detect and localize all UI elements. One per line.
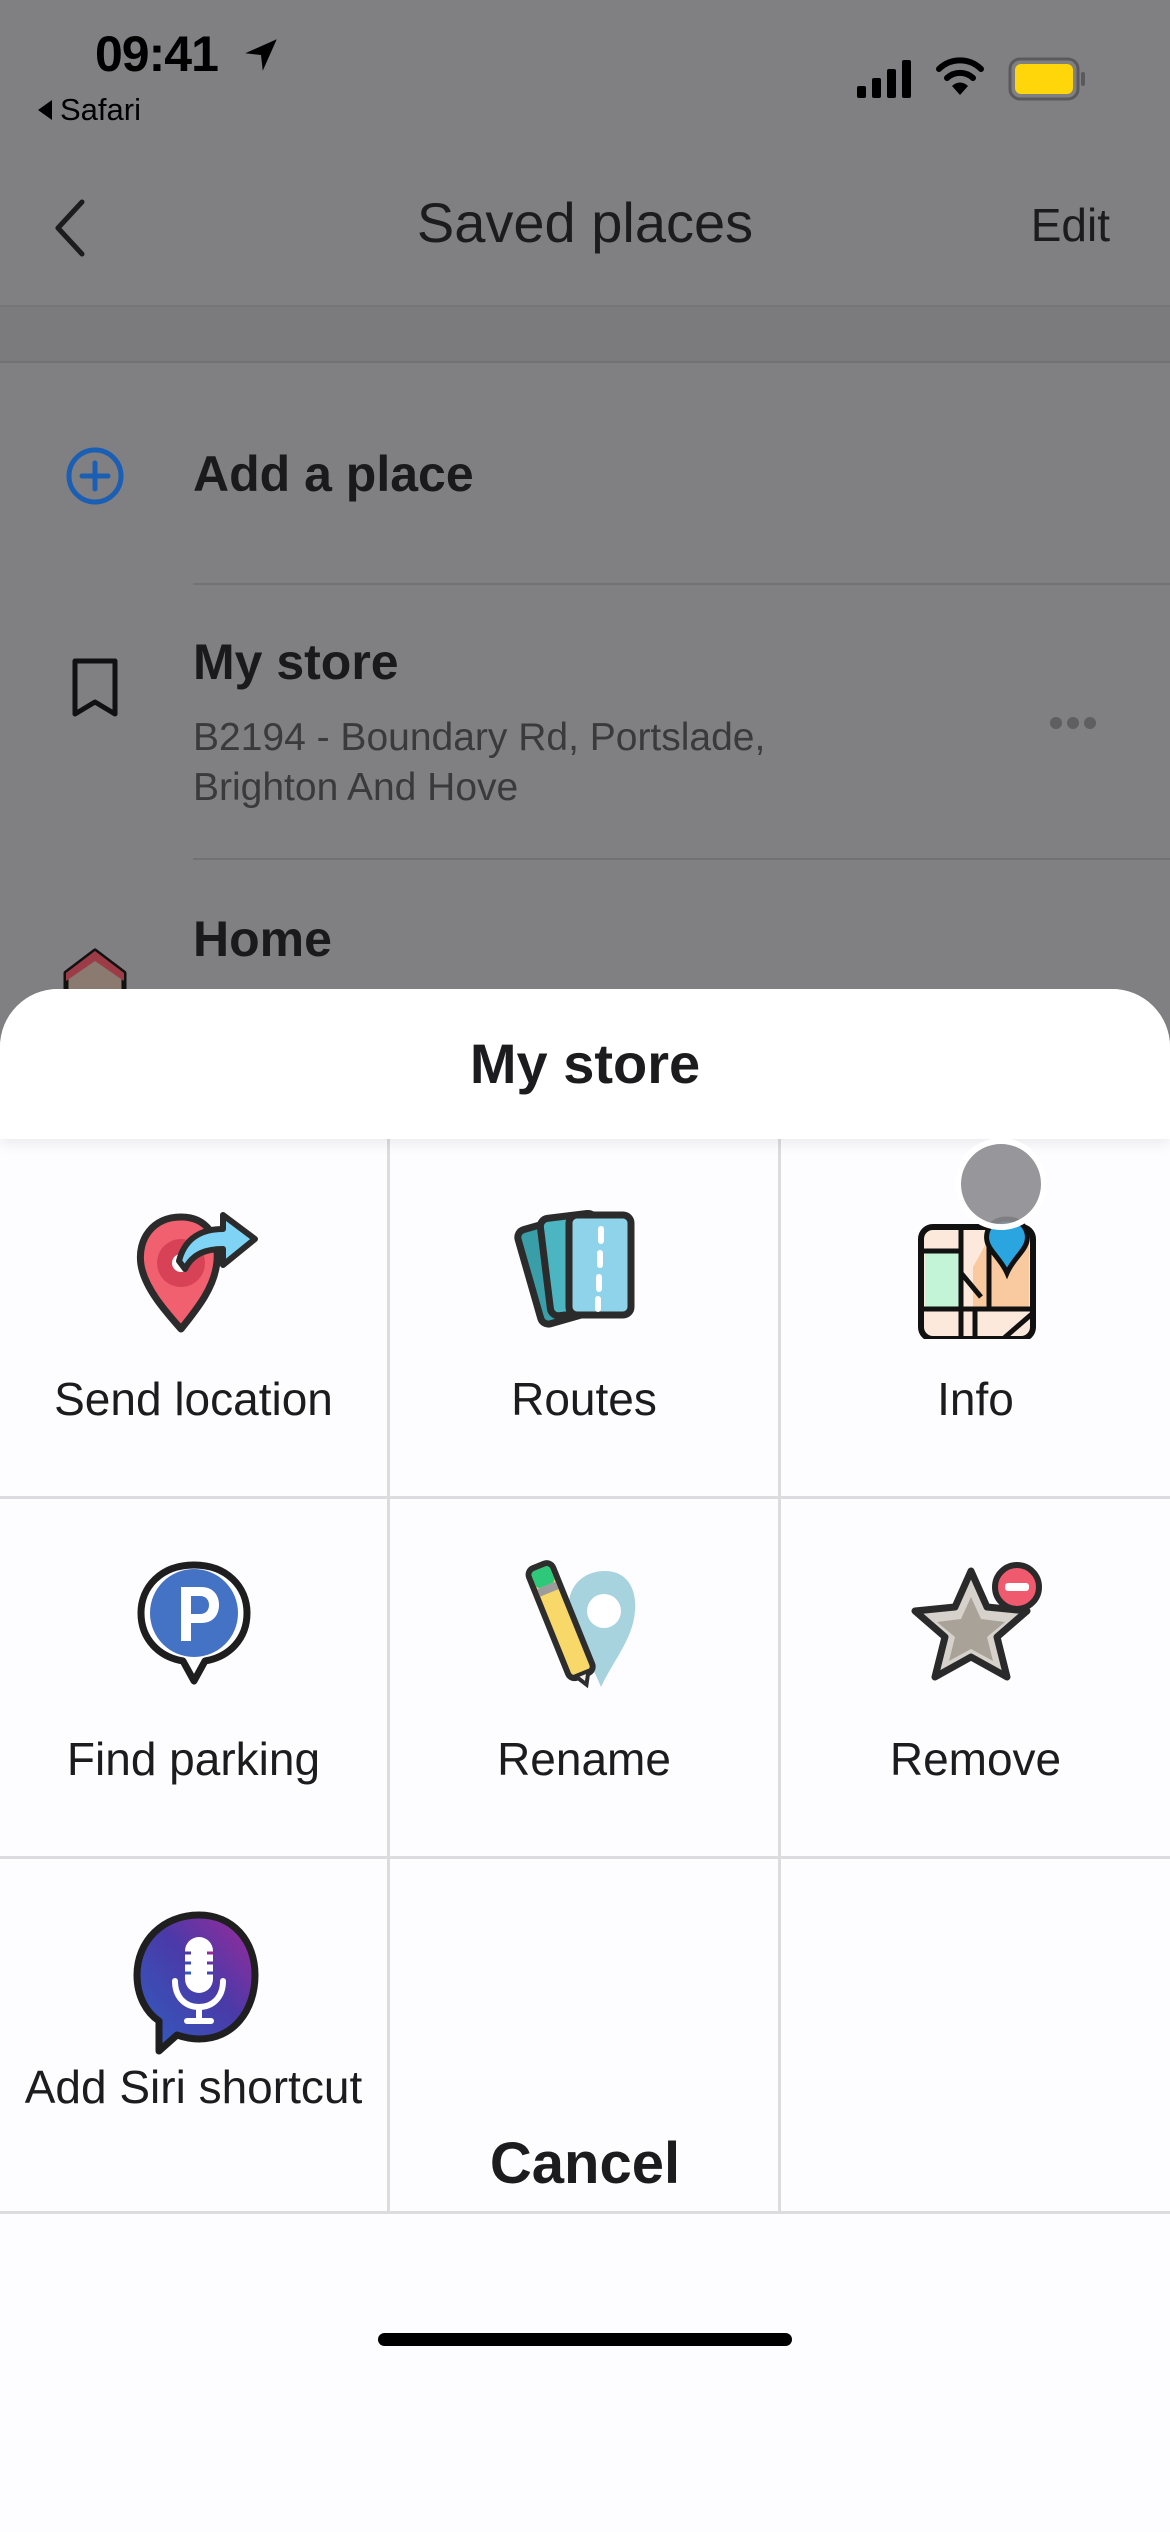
add-circle-icon xyxy=(66,447,124,505)
cellular-signal-icon xyxy=(857,60,911,98)
more-options-icon[interactable] xyxy=(1048,713,1098,733)
back-triangle-icon xyxy=(38,100,52,120)
location-arrow-icon xyxy=(245,39,277,71)
back-app-label: Safari xyxy=(60,92,141,127)
add-place-label: Add a place xyxy=(193,446,474,502)
add-place-row[interactable]: Add a place xyxy=(0,365,1170,585)
action-label: Routes xyxy=(511,1373,657,1425)
action-label: Find parking xyxy=(66,1733,321,1785)
navigation-bar: Saved places Edit xyxy=(0,150,1170,305)
battery-icon xyxy=(1008,57,1085,101)
header-divider xyxy=(0,305,1170,363)
back-to-app-link[interactable]: Safari xyxy=(38,92,141,128)
siri-microphone-icon xyxy=(133,1911,258,2055)
routes-button[interactable]: Routes xyxy=(390,1139,781,1499)
parking-icon xyxy=(137,1561,250,1685)
action-label: Remove xyxy=(889,1733,1062,1785)
cancel-label: Cancel xyxy=(489,2131,681,2196)
send-location-icon xyxy=(136,1212,258,1333)
status-time: 09:41 xyxy=(95,26,219,82)
place-title: Home xyxy=(193,911,332,967)
place-title: My store xyxy=(193,634,399,690)
background-page: 09:41 Safari Saved places Edit Add a pla… xyxy=(0,0,1170,1100)
wifi-icon xyxy=(936,57,984,95)
touch-indicator xyxy=(955,1138,1047,1230)
page-title: Saved places xyxy=(416,191,754,254)
sheet-header: My store xyxy=(0,989,1170,1139)
status-bar: 09:41 Safari xyxy=(0,0,1170,150)
cancel-button[interactable]: Cancel xyxy=(0,2074,1170,2374)
action-label: Send location xyxy=(54,1373,333,1425)
remove-button[interactable]: Remove xyxy=(781,1499,1170,1859)
rename-pencil-icon xyxy=(525,1560,636,1689)
action-label: Rename xyxy=(497,1733,671,1785)
place-address: B2194 - Boundary Rd, Portslade, Brighton… xyxy=(193,716,766,809)
send-location-button[interactable]: Send location xyxy=(0,1139,390,1499)
action-label: Info xyxy=(937,1373,1014,1425)
find-parking-button[interactable]: Find parking xyxy=(0,1499,390,1859)
sheet-title: My store xyxy=(469,1032,701,1095)
action-grid: Send location Routes Info Find parking R… xyxy=(0,1139,1170,2214)
edit-button[interactable]: Edit xyxy=(1031,198,1110,252)
routes-icon xyxy=(514,1209,635,1328)
bookmark-icon xyxy=(72,658,118,717)
saved-place-row[interactable]: My store B2194 - Boundary Rd, Portslade,… xyxy=(0,585,1170,860)
home-indicator[interactable] xyxy=(378,2333,792,2346)
rename-button[interactable]: Rename xyxy=(390,1499,781,1859)
remove-star-icon xyxy=(911,1562,1042,1681)
